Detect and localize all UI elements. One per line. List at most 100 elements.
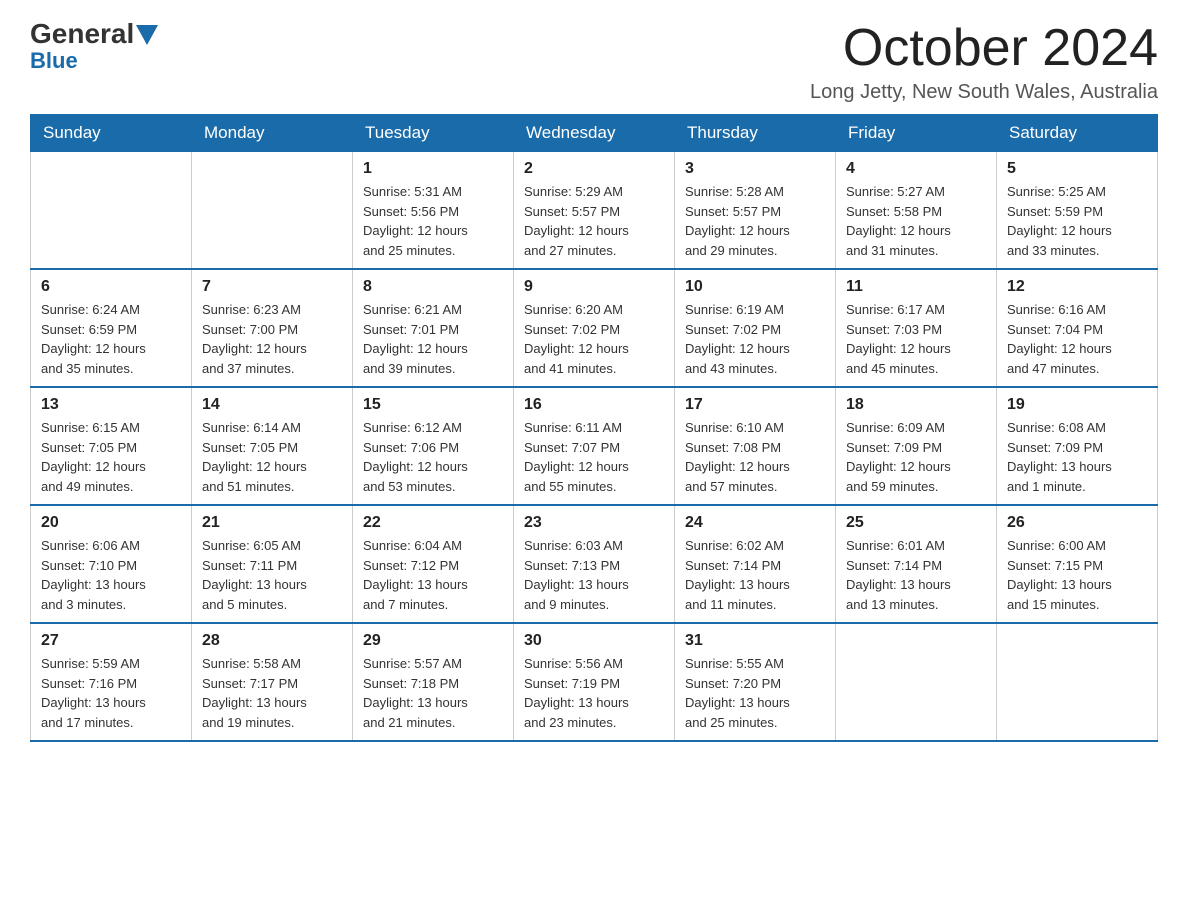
calendar-cell: 2 Sunrise: 5:29 AMSunset: 5:57 PMDaylight… <box>514 152 675 270</box>
calendar-cell <box>836 623 997 741</box>
day-info: Sunrise: 6:01 AMSunset: 7:14 PMDaylight:… <box>846 536 986 614</box>
day-number: 6 <box>41 278 181 296</box>
calendar-cell: 31Sunrise: 5:55 AMSunset: 7:20 PMDayligh… <box>675 623 836 741</box>
day-number: 2 <box>524 160 664 178</box>
calendar-cell <box>31 152 192 270</box>
calendar-weekday-monday: Monday <box>192 115 353 152</box>
day-number: 19 <box>1007 396 1147 414</box>
day-info: Sunrise: 5:59 AMSunset: 7:16 PMDaylight:… <box>41 654 181 732</box>
day-number: 14 <box>202 396 342 414</box>
day-number: 11 <box>846 278 986 296</box>
page-header: General Blue October 2024 Long Jetty, Ne… <box>30 20 1158 104</box>
calendar-cell: 20 Sunrise: 6:06 AMSunset: 7:10 PMDayligh… <box>31 505 192 623</box>
day-number: 28 <box>202 632 342 650</box>
day-number: 12 <box>1007 278 1147 296</box>
calendar-cell: 14 Sunrise: 6:14 AMSunset: 7:05 PMDayligh… <box>192 387 353 505</box>
calendar-cell: 24 Sunrise: 6:02 AMSunset: 7:14 PMDayligh… <box>675 505 836 623</box>
calendar-week-3: 13 Sunrise: 6:15 AMSunset: 7:05 PMDayligh… <box>31 387 1158 505</box>
day-number: 3 <box>685 160 825 178</box>
day-info: Sunrise: 5:58 AMSunset: 7:17 PMDaylight:… <box>202 654 342 732</box>
day-number: 8 <box>363 278 503 296</box>
logo-general: General <box>30 20 134 48</box>
calendar-weekday-tuesday: Tuesday <box>353 115 514 152</box>
day-info: Sunrise: 5:29 AMSunset: 5:57 PMDaylight:… <box>524 182 664 260</box>
calendar-cell: 1Sunrise: 5:31 AMSunset: 5:56 PMDaylight… <box>353 152 514 270</box>
day-number: 9 <box>524 278 664 296</box>
calendar-cell: 16Sunrise: 6:11 AMSunset: 7:07 PMDayligh… <box>514 387 675 505</box>
calendar-cell: 26 Sunrise: 6:00 AMSunset: 7:15 PMDayligh… <box>997 505 1158 623</box>
day-info: Sunrise: 5:55 AMSunset: 7:20 PMDaylight:… <box>685 654 825 732</box>
calendar-cell: 8Sunrise: 6:21 AMSunset: 7:01 PMDaylight… <box>353 269 514 387</box>
calendar-cell: 15 Sunrise: 6:12 AMSunset: 7:06 PMDayligh… <box>353 387 514 505</box>
day-info: Sunrise: 5:27 AMSunset: 5:58 PMDaylight:… <box>846 182 986 260</box>
calendar-weekday-wednesday: Wednesday <box>514 115 675 152</box>
day-info: Sunrise: 6:12 AMSunset: 7:06 PMDaylight:… <box>363 418 503 496</box>
day-info: Sunrise: 6:10 AMSunset: 7:08 PMDaylight:… <box>685 418 825 496</box>
calendar-cell: 12Sunrise: 6:16 AMSunset: 7:04 PMDayligh… <box>997 269 1158 387</box>
day-info: Sunrise: 6:19 AMSunset: 7:02 PMDaylight:… <box>685 300 825 378</box>
calendar-cell: 17Sunrise: 6:10 AMSunset: 7:08 PMDayligh… <box>675 387 836 505</box>
calendar-cell: 6Sunrise: 6:24 AMSunset: 6:59 PMDaylight… <box>31 269 192 387</box>
logo-blue: Blue <box>30 48 78 74</box>
day-info: Sunrise: 5:56 AMSunset: 7:19 PMDaylight:… <box>524 654 664 732</box>
calendar-cell: 13 Sunrise: 6:15 AMSunset: 7:05 PMDayligh… <box>31 387 192 505</box>
calendar-cell: 23Sunrise: 6:03 AMSunset: 7:13 PMDayligh… <box>514 505 675 623</box>
day-info: Sunrise: 6:11 AMSunset: 7:07 PMDaylight:… <box>524 418 664 496</box>
day-number: 20 <box>41 514 181 532</box>
calendar-cell: 22 Sunrise: 6:04 AMSunset: 7:12 PMDayligh… <box>353 505 514 623</box>
day-number: 4 <box>846 160 986 178</box>
day-info: Sunrise: 6:09 AMSunset: 7:09 PMDaylight:… <box>846 418 986 496</box>
day-info: Sunrise: 6:23 AMSunset: 7:00 PMDaylight:… <box>202 300 342 378</box>
calendar-cell: 3Sunrise: 5:28 AMSunset: 5:57 PMDaylight… <box>675 152 836 270</box>
day-number: 10 <box>685 278 825 296</box>
page-title: October 2024 <box>810 20 1158 77</box>
calendar-cell: 11Sunrise: 6:17 AMSunset: 7:03 PMDayligh… <box>836 269 997 387</box>
day-number: 29 <box>363 632 503 650</box>
logo: General Blue <box>30 20 158 74</box>
day-number: 26 <box>1007 514 1147 532</box>
day-info: Sunrise: 6:06 AMSunset: 7:10 PMDaylight:… <box>41 536 181 614</box>
calendar-cell: 9Sunrise: 6:20 AMSunset: 7:02 PMDaylight… <box>514 269 675 387</box>
subtitle: Long Jetty, New South Wales, Australia <box>810 81 1158 104</box>
day-info: Sunrise: 5:25 AMSunset: 5:59 PMDaylight:… <box>1007 182 1147 260</box>
day-number: 5 <box>1007 160 1147 178</box>
calendar-week-4: 20 Sunrise: 6:06 AMSunset: 7:10 PMDayligh… <box>31 505 1158 623</box>
day-number: 13 <box>41 396 181 414</box>
calendar-weekday-thursday: Thursday <box>675 115 836 152</box>
calendar-cell: 30 Sunrise: 5:56 AMSunset: 7:19 PMDayligh… <box>514 623 675 741</box>
calendar-cell: 25 Sunrise: 6:01 AMSunset: 7:14 PMDayligh… <box>836 505 997 623</box>
calendar-cell <box>997 623 1158 741</box>
calendar-cell: 10 Sunrise: 6:19 AMSunset: 7:02 PMDayligh… <box>675 269 836 387</box>
day-info: Sunrise: 6:04 AMSunset: 7:12 PMDaylight:… <box>363 536 503 614</box>
day-info: Sunrise: 6:03 AMSunset: 7:13 PMDaylight:… <box>524 536 664 614</box>
calendar-cell: 21 Sunrise: 6:05 AMSunset: 7:11 PMDayligh… <box>192 505 353 623</box>
day-info: Sunrise: 6:00 AMSunset: 7:15 PMDaylight:… <box>1007 536 1147 614</box>
calendar-weekday-saturday: Saturday <box>997 115 1158 152</box>
calendar-header-row: SundayMondayTuesdayWednesdayThursdayFrid… <box>31 115 1158 152</box>
day-number: 30 <box>524 632 664 650</box>
day-info: Sunrise: 6:15 AMSunset: 7:05 PMDaylight:… <box>41 418 181 496</box>
calendar-week-1: 1Sunrise: 5:31 AMSunset: 5:56 PMDaylight… <box>31 152 1158 270</box>
logo-triangle-icon <box>136 25 158 45</box>
day-info: Sunrise: 6:02 AMSunset: 7:14 PMDaylight:… <box>685 536 825 614</box>
day-number: 15 <box>363 396 503 414</box>
day-info: Sunrise: 6:08 AMSunset: 7:09 PMDaylight:… <box>1007 418 1147 496</box>
day-number: 22 <box>363 514 503 532</box>
calendar-weekday-sunday: Sunday <box>31 115 192 152</box>
calendar-cell: 5 Sunrise: 5:25 AMSunset: 5:59 PMDaylight… <box>997 152 1158 270</box>
calendar-cell: 7 Sunrise: 6:23 AMSunset: 7:00 PMDaylight… <box>192 269 353 387</box>
calendar-table: SundayMondayTuesdayWednesdayThursdayFrid… <box>30 114 1158 742</box>
day-number: 24 <box>685 514 825 532</box>
calendar-cell: 29Sunrise: 5:57 AMSunset: 7:18 PMDayligh… <box>353 623 514 741</box>
day-info: Sunrise: 6:05 AMSunset: 7:11 PMDaylight:… <box>202 536 342 614</box>
calendar-week-5: 27Sunrise: 5:59 AMSunset: 7:16 PMDayligh… <box>31 623 1158 741</box>
calendar-weekday-friday: Friday <box>836 115 997 152</box>
calendar-cell: 4 Sunrise: 5:27 AMSunset: 5:58 PMDaylight… <box>836 152 997 270</box>
day-number: 25 <box>846 514 986 532</box>
day-number: 18 <box>846 396 986 414</box>
day-info: Sunrise: 5:31 AMSunset: 5:56 PMDaylight:… <box>363 182 503 260</box>
calendar-cell: 19 Sunrise: 6:08 AMSunset: 7:09 PMDayligh… <box>997 387 1158 505</box>
day-number: 21 <box>202 514 342 532</box>
day-info: Sunrise: 6:14 AMSunset: 7:05 PMDaylight:… <box>202 418 342 496</box>
day-number: 7 <box>202 278 342 296</box>
